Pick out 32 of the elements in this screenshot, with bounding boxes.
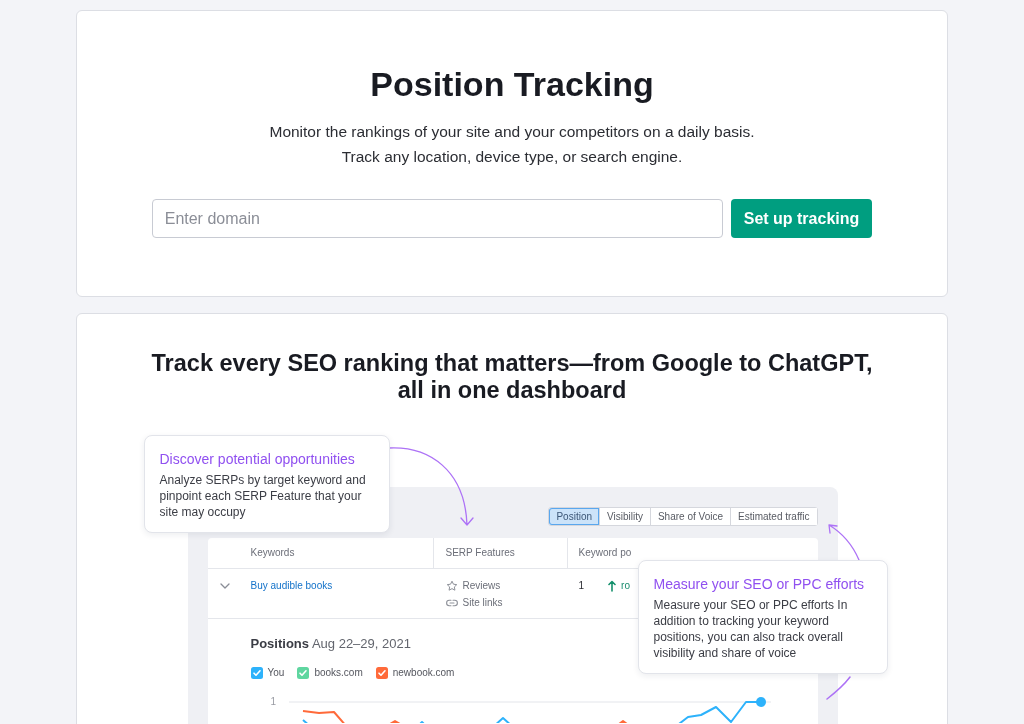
checkbox[interactable] — [297, 667, 310, 679]
legend-label: books.com — [314, 666, 363, 680]
serp-feature-label: Reviews — [462, 579, 501, 593]
column-header: Keywords — [250, 547, 295, 558]
axis-tick-label: 1 — [270, 695, 278, 709]
callout-text: Measure your SEO or PPC efforts In addition to tracking your keyword positions, you can also track overall visibility and share of voice — [653, 597, 849, 661]
curved-line — [825, 676, 852, 700]
checkbox[interactable] — [375, 667, 388, 679]
tab[interactable]: Position — [549, 508, 599, 525]
tab[interactable]: Estimated traffic — [730, 508, 817, 525]
legend-label: You — [267, 666, 285, 680]
curved-arrow — [825, 522, 862, 561]
column-header: SERP Features — [445, 547, 515, 558]
domain-input[interactable]: Enter domain — [151, 199, 723, 238]
legend-label: newbook.com — [392, 666, 455, 680]
chart-title: Positions Aug 22–29, 2021 — [250, 635, 411, 653]
subtitle-text: Monitor the rankings of your site and your competitors on a daily basis. — [269, 122, 755, 142]
subtitle-text: Track any location, device type, or search engine. — [341, 147, 683, 167]
column-header: Keyword po — [578, 547, 632, 558]
link-icon — [445, 598, 458, 607]
keyword-link[interactable]: Buy audible books — [250, 577, 333, 594]
checkbox[interactable] — [250, 667, 263, 679]
callout-title: Measure your SEO or PPC efforts — [653, 575, 865, 594]
trend-text: ro — [621, 579, 630, 593]
section-heading: Track every SEO ranking that matters—from Google to ChatGPT, all in one dashboard — [150, 350, 874, 404]
serp-feature-label: Site links — [462, 596, 503, 610]
chevron-down-icon[interactable] — [219, 583, 230, 589]
star-icon — [445, 579, 458, 592]
callout-title: Discover potential opportunities — [159, 450, 355, 469]
page-title: Position Tracking — [370, 64, 654, 105]
callout-text: Analyze SERPs by target keyword and pinpoint each SERP Feature that your site may occupy — [159, 472, 367, 520]
position-value: 1 — [578, 579, 585, 593]
